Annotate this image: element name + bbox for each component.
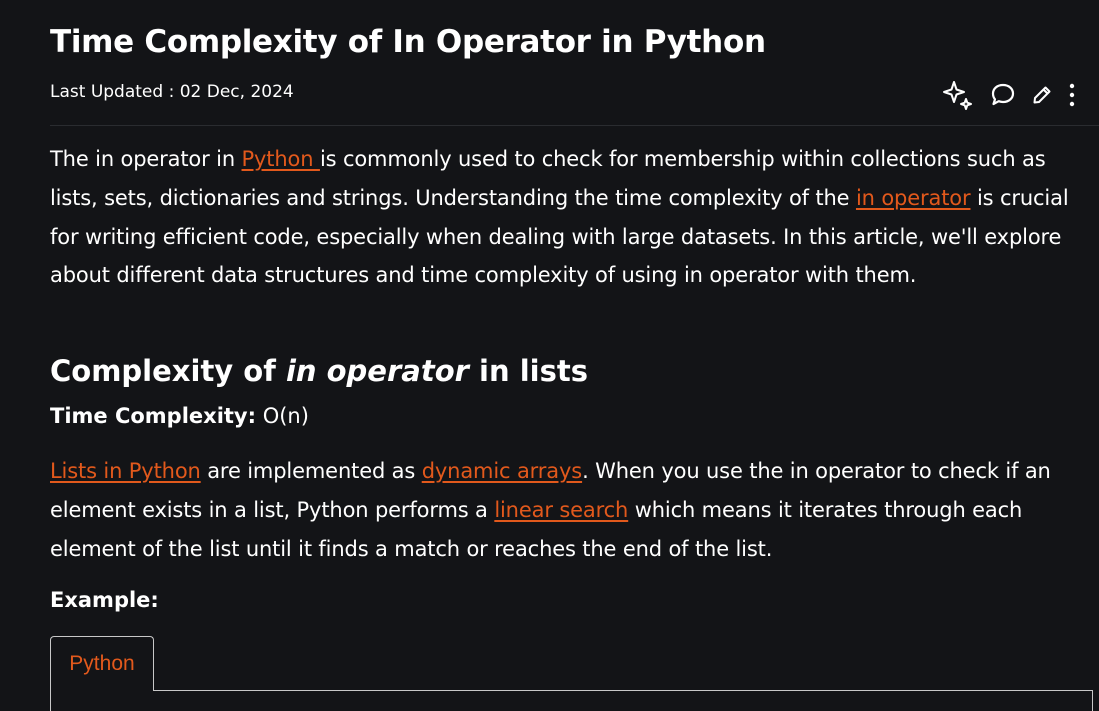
lists-in-python-link[interactable]: Lists in Python xyxy=(50,459,201,483)
article-page: Time Complexity of In Operator in Python… xyxy=(0,0,1099,711)
lists-text-1: are implemented as xyxy=(200,459,422,483)
heading-text-pre: Complexity of xyxy=(50,354,286,388)
lists-paragraph: Lists in Python are implemented as dynam… xyxy=(50,452,1090,568)
comment-icon[interactable] xyxy=(989,81,1017,109)
last-updated: Last Updated : 02 Dec, 2024 xyxy=(50,82,294,102)
in-operator-link[interactable]: in operator xyxy=(856,186,971,210)
header-divider xyxy=(50,125,1099,126)
article-toolbar xyxy=(941,78,1077,112)
more-vertical-icon[interactable] xyxy=(1067,81,1077,109)
code-block xyxy=(50,690,1093,711)
section-heading-lists: Complexity of in operator in lists xyxy=(50,354,588,388)
time-complexity-label: Time Complexity: xyxy=(50,404,257,428)
linear-search-link[interactable]: linear search xyxy=(494,498,628,522)
dynamic-arrays-link[interactable]: dynamic arrays xyxy=(422,459,583,483)
edit-pencil-icon[interactable] xyxy=(1031,84,1053,106)
python-link[interactable]: Python xyxy=(242,147,320,171)
heading-text-em: in operator xyxy=(285,354,469,388)
time-complexity-value: O(n) xyxy=(256,404,309,428)
heading-text-post: in lists xyxy=(468,354,588,388)
time-complexity-line: Time Complexity: O(n) xyxy=(50,404,309,428)
example-label: Example: xyxy=(50,588,159,612)
intro-text-1: The in operator in xyxy=(50,147,242,171)
ai-sparkle-icon[interactable] xyxy=(941,78,975,112)
code-tab-python[interactable]: Python xyxy=(50,636,154,691)
intro-paragraph: The in operator in Python is commonly us… xyxy=(50,140,1090,295)
article-title: Time Complexity of In Operator in Python xyxy=(50,24,766,60)
